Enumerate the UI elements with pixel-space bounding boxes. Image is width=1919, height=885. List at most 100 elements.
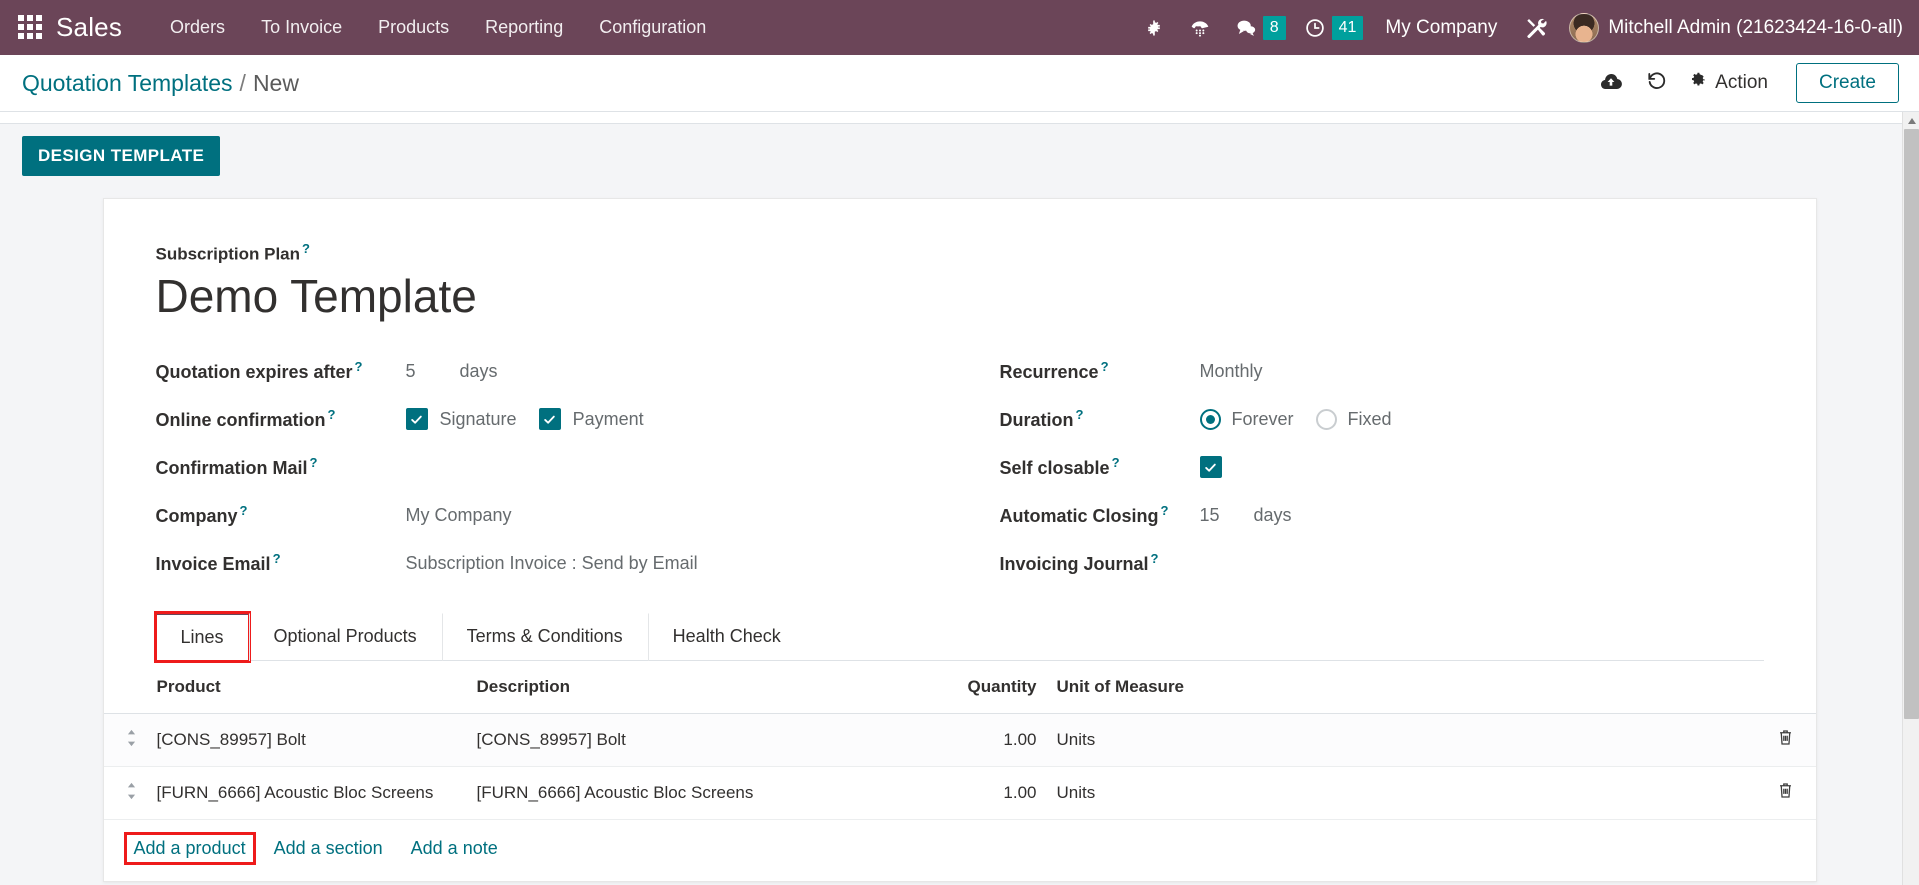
scrollbar-thumb[interactable] bbox=[1904, 129, 1919, 719]
row-drag-cell[interactable] bbox=[103, 766, 147, 821]
menu-item-configuration[interactable]: Configuration bbox=[581, 9, 724, 46]
add-a-section-link[interactable]: Add a section bbox=[266, 834, 391, 863]
form-columns: Quotation expires after? 5 days Online c… bbox=[156, 347, 1764, 587]
dialpad-phone-icon[interactable] bbox=[1177, 8, 1223, 48]
automatic-closing-input[interactable]: 15 bbox=[1200, 505, 1234, 526]
field-recurrence: Recurrence? Monthly bbox=[1000, 347, 1764, 395]
breadcrumb-root-link[interactable]: Quotation Templates bbox=[22, 70, 233, 97]
recurrence-input[interactable]: Monthly bbox=[1200, 361, 1263, 382]
app-brand-sales[interactable]: Sales bbox=[56, 12, 122, 43]
help-marker-icon[interactable]: ? bbox=[1112, 455, 1120, 470]
company-switcher[interactable]: My Company bbox=[1369, 17, 1513, 39]
signature-checkbox[interactable] bbox=[405, 408, 428, 431]
user-menu[interactable]: Mitchell Admin (21623424-16-0-all) bbox=[1559, 12, 1903, 43]
tab-optional-products[interactable]: Optional Products bbox=[248, 613, 442, 662]
header-delete bbox=[1755, 661, 1816, 715]
quotation-expires-input[interactable]: 5 bbox=[406, 361, 440, 382]
breadcrumb-current: New bbox=[252, 69, 299, 96]
help-marker-icon[interactable]: ? bbox=[1151, 551, 1159, 566]
duration-forever-radio[interactable] bbox=[1199, 408, 1221, 430]
header-drag bbox=[103, 661, 147, 715]
cell-unit-of-measure[interactable]: Units bbox=[1046, 713, 1247, 768]
bug-icon[interactable] bbox=[1131, 8, 1177, 48]
payment-checkbox[interactable] bbox=[538, 408, 561, 431]
help-marker-icon[interactable]: ? bbox=[355, 359, 363, 374]
header-unit-of-measure[interactable]: Unit of Measure bbox=[1046, 661, 1247, 715]
breadcrumb: Quotation Templates / New bbox=[22, 70, 299, 97]
page-body: DESIGN TEMPLATE Subscription Plan? Demo … bbox=[0, 112, 1919, 885]
field-invoice-email: Invoice Email? Subscription Invoice : Se… bbox=[156, 539, 960, 587]
quotation-expires-unit: days bbox=[459, 360, 498, 381]
add-a-product-link[interactable]: Add a product bbox=[123, 832, 256, 866]
field-label: Confirmation Mail? bbox=[156, 455, 406, 479]
menu-item-orders[interactable]: Orders bbox=[152, 9, 243, 46]
help-marker-icon[interactable]: ? bbox=[240, 503, 248, 518]
header-description[interactable]: Description bbox=[466, 661, 927, 715]
messages-counter[interactable]: 8 bbox=[1223, 8, 1292, 48]
cell-product[interactable]: [CONS_89957] Bolt bbox=[146, 713, 467, 768]
sheet-wrapper: Subscription Plan? Demo Template Quotati… bbox=[0, 176, 1919, 883]
help-marker-icon[interactable]: ? bbox=[328, 407, 336, 422]
cell-unit-of-measure[interactable]: Units bbox=[1046, 766, 1247, 821]
menu-item-products[interactable]: Products bbox=[360, 9, 467, 46]
chat-bubble-icon[interactable] bbox=[1223, 8, 1269, 48]
help-marker-icon[interactable]: ? bbox=[1101, 359, 1109, 374]
discard-changes-button[interactable] bbox=[1634, 64, 1680, 102]
tab-lines[interactable]: Lines bbox=[153, 611, 251, 664]
drag-handle-icon[interactable] bbox=[126, 729, 137, 749]
tab-health-check[interactable]: Health Check bbox=[647, 613, 806, 662]
design-template-button[interactable]: DESIGN TEMPLATE bbox=[22, 136, 221, 176]
help-marker-icon[interactable]: ? bbox=[310, 455, 318, 470]
row-drag-cell[interactable] bbox=[103, 713, 147, 768]
notebook-tabs: Lines Optional Products Terms & Conditio… bbox=[153, 611, 1764, 664]
field-company: Company? My Company bbox=[156, 491, 960, 539]
add-a-note-link[interactable]: Add a note bbox=[403, 834, 506, 863]
drag-handle-icon[interactable] bbox=[126, 782, 137, 802]
template-name-input[interactable]: Demo Template bbox=[156, 271, 1764, 322]
save-record-button[interactable] bbox=[1588, 64, 1634, 102]
header-product[interactable]: Product bbox=[146, 661, 467, 715]
action-menu-button[interactable]: Action bbox=[1680, 66, 1782, 101]
lines-table-body: [CONS_89957] Bolt [CONS_89957] Bolt 1.00… bbox=[103, 713, 1816, 821]
trash-icon[interactable] bbox=[1777, 781, 1794, 805]
field-value bbox=[1199, 456, 1222, 479]
create-button[interactable]: Create bbox=[1795, 63, 1899, 103]
cell-delete[interactable] bbox=[1755, 766, 1816, 821]
table-header-row: Product Description Quantity Unit of Mea… bbox=[103, 661, 1816, 715]
header-quantity[interactable]: Quantity bbox=[926, 661, 1047, 715]
field-label: Automatic Closing? bbox=[1000, 503, 1200, 527]
vertical-scrollbar[interactable] bbox=[1902, 112, 1919, 885]
help-marker-icon[interactable]: ? bbox=[273, 551, 281, 566]
activities-counter[interactable]: 41 bbox=[1292, 8, 1370, 48]
table-row[interactable]: [FURN_6666] Acoustic Bloc Screens [FURN_… bbox=[103, 766, 1816, 821]
tools-icon[interactable] bbox=[1513, 8, 1559, 48]
table-row[interactable]: [CONS_89957] Bolt [CONS_89957] Bolt 1.00… bbox=[103, 713, 1816, 768]
help-marker-icon[interactable]: ? bbox=[1076, 407, 1084, 422]
cell-delete[interactable] bbox=[1755, 713, 1816, 768]
company-input[interactable]: My Company bbox=[406, 505, 512, 526]
menu-item-reporting[interactable]: Reporting bbox=[467, 9, 581, 46]
cell-quantity[interactable]: 1.00 bbox=[926, 713, 1047, 768]
tab-terms-and-conditions[interactable]: Terms & Conditions bbox=[441, 613, 648, 662]
clock-icon[interactable] bbox=[1292, 8, 1338, 48]
apps-grid-icon[interactable] bbox=[18, 14, 44, 41]
invoice-email-input[interactable]: Subscription Invoice : Send by Email bbox=[406, 553, 698, 574]
cell-description[interactable]: [CONS_89957] Bolt bbox=[466, 713, 927, 768]
field-label-text: Self closable bbox=[999, 458, 1110, 479]
self-closable-checkbox[interactable] bbox=[1199, 456, 1222, 479]
menu-item-to-invoice[interactable]: To Invoice bbox=[243, 9, 360, 46]
duration-fixed-radio[interactable] bbox=[1315, 408, 1337, 430]
field-label-text: Duration bbox=[999, 410, 1074, 431]
help-marker-icon[interactable]: ? bbox=[1161, 503, 1169, 518]
field-label: Company? bbox=[156, 503, 406, 527]
cell-quantity[interactable]: 1.00 bbox=[926, 766, 1047, 821]
field-label-text: Recurrence bbox=[999, 362, 1099, 383]
subscription-plan-label-text: Subscription Plan bbox=[155, 244, 301, 264]
trash-icon[interactable] bbox=[1777, 728, 1794, 752]
field-value: Forever Fixed bbox=[1199, 408, 1414, 430]
caret-up-icon[interactable] bbox=[1903, 112, 1919, 129]
cell-description[interactable]: [FURN_6666] Acoustic Bloc Screens bbox=[466, 766, 927, 821]
cell-product[interactable]: [FURN_6666] Acoustic Bloc Screens bbox=[146, 766, 467, 821]
help-marker-icon[interactable]: ? bbox=[302, 241, 310, 256]
field-confirmation-mail: Confirmation Mail? bbox=[156, 443, 960, 491]
